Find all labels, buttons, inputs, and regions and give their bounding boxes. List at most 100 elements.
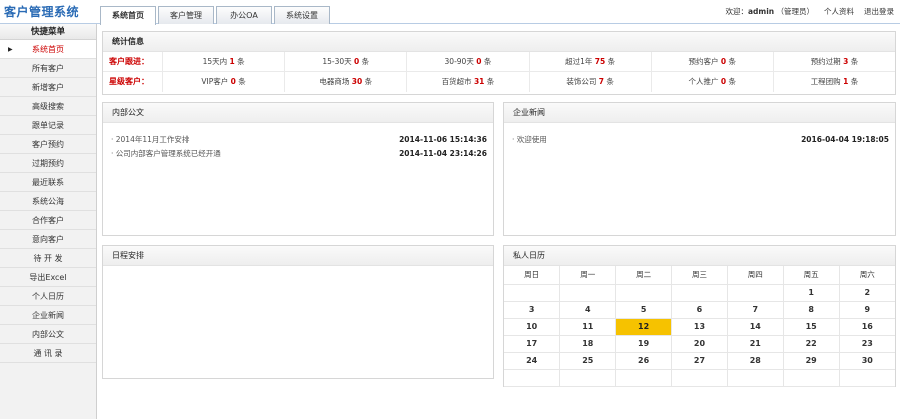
- sidebar-item-follow-records[interactable]: 跟单记录: [0, 116, 96, 135]
- calendar-day-today[interactable]: 12: [615, 318, 673, 336]
- calendar-day[interactable]: 3: [504, 301, 561, 319]
- user-area: 欢迎：admin （管理员） 个人资料 退出登录: [725, 6, 894, 17]
- calendar-day[interactable]: 21: [727, 335, 784, 353]
- tab-customers[interactable]: 客户管理: [158, 6, 214, 24]
- calendar-week-row: 17 18 19 20 21 22 23: [504, 335, 895, 353]
- calendar-week-row: [504, 369, 895, 387]
- calendar-day[interactable]: 15: [783, 318, 840, 336]
- calendar-day[interactable]: 27: [671, 352, 728, 370]
- stat-label: 超过1年: [565, 57, 593, 66]
- calendar-day[interactable]: 5: [615, 301, 673, 319]
- calendar-empty-cell: [839, 369, 895, 387]
- logout-link[interactable]: 退出登录: [864, 6, 894, 17]
- calendar-empty-cell: [615, 284, 673, 302]
- calendar-day[interactable]: 20: [671, 335, 728, 353]
- internal-docs-list: · 2014年11月工作安排 2014-11-06 15:14:36 · 公司内部…: [103, 123, 493, 161]
- stat-unit: 条: [728, 77, 737, 86]
- main-tabs: 系统首页 客户管理 办公OA 系统设置: [100, 6, 332, 25]
- profile-link[interactable]: 个人资料: [824, 6, 854, 17]
- calendar-day[interactable]: 4: [559, 301, 617, 319]
- stat-cell[interactable]: 30-90天 0 条: [407, 52, 530, 71]
- stat-cell[interactable]: VIP客户 0 条: [163, 72, 286, 92]
- calendar-day[interactable]: 19: [615, 335, 673, 353]
- calendar-empty-cell: [559, 369, 617, 387]
- sidebar-item-advanced-search[interactable]: 高级搜索: [0, 97, 96, 116]
- stat-count: 0: [720, 57, 727, 66]
- tab-home[interactable]: 系统首页: [100, 6, 156, 25]
- sidebar-item-export-excel[interactable]: 导出Excel: [0, 268, 96, 287]
- sidebar-item-label: 系统首页: [32, 45, 64, 54]
- list-item[interactable]: · 公司内部客户管理系统已经开通 2014-11-04 23:14:26: [103, 147, 493, 161]
- stat-unit: 条: [607, 57, 616, 66]
- tab-office-oa[interactable]: 办公OA: [216, 6, 272, 24]
- calendar-day[interactable]: 14: [727, 318, 784, 336]
- stat-cell[interactable]: 15-30天 0 条: [285, 52, 408, 71]
- calendar-day[interactable]: 7: [727, 301, 784, 319]
- sidebar-item-company-news[interactable]: 企业新闻: [0, 306, 96, 325]
- stat-unit: 条: [361, 57, 370, 66]
- calendar-day[interactable]: 16: [839, 318, 895, 336]
- calendar-day[interactable]: 13: [671, 318, 728, 336]
- weekday-header: 周一: [559, 266, 617, 285]
- company-news-list: · 欢迎使用 2016-04-04 19:18:05: [504, 123, 895, 147]
- calendar-day[interactable]: 1: [783, 284, 840, 302]
- stat-count: 0: [354, 57, 360, 66]
- calendar-day[interactable]: 11: [559, 318, 617, 336]
- calendar-day[interactable]: 6: [671, 301, 728, 319]
- sidebar-item-personal-calendar[interactable]: 个人日历: [0, 287, 96, 306]
- sidebar-item-internal-docs[interactable]: 内部公文: [0, 325, 96, 344]
- stat-count: 0: [476, 57, 482, 66]
- calendar-day[interactable]: 18: [559, 335, 617, 353]
- sidebar-title: 快捷菜单: [0, 24, 96, 40]
- calendar-week-row: 10 11 12 13 14 15 16: [504, 318, 895, 336]
- list-item[interactable]: · 欢迎使用 2016-04-04 19:18:05: [504, 133, 895, 147]
- calendar-day[interactable]: 17: [504, 335, 561, 353]
- list-item[interactable]: · 2014年11月工作安排 2014-11-06 15:14:36: [103, 133, 493, 147]
- stat-cell[interactable]: 预约客户 0 条: [652, 52, 774, 71]
- stat-unit: 条: [486, 77, 495, 86]
- stat-cell[interactable]: 百货超市 31 条: [407, 72, 530, 92]
- sidebar-item-partners[interactable]: 合作客户: [0, 211, 96, 230]
- stats-row-label: 客户跟进：: [103, 52, 163, 71]
- stat-cell[interactable]: 个人推广 0 条: [652, 72, 774, 92]
- calendar-day[interactable]: 29: [783, 352, 840, 370]
- calendar-grid: 周日 周一 周二 周三 周四 周五 周六 1 2 3 4 5 6 7 8 9 10 11 12 13 14…: [504, 266, 895, 387]
- calendar-day[interactable]: 2: [839, 284, 895, 302]
- calendar-day[interactable]: 23: [839, 335, 895, 353]
- sidebar-item-to-develop[interactable]: 待 开 发: [0, 249, 96, 268]
- sidebar-item-all-customers[interactable]: 所有客户: [0, 59, 96, 78]
- stat-cell[interactable]: 电器商场 30 条: [285, 72, 408, 92]
- company-news-title: 企业新闻: [504, 103, 895, 123]
- sidebar-item-new-customer[interactable]: 新增客户: [0, 78, 96, 97]
- stat-cell[interactable]: 装饰公司 7 条: [530, 72, 652, 92]
- sidebar-item-recent-contacts[interactable]: 最近联系: [0, 173, 96, 192]
- stat-count: 1: [229, 57, 235, 66]
- calendar-day[interactable]: 28: [727, 352, 784, 370]
- stat-cell[interactable]: 预约过期 3 条: [774, 52, 895, 71]
- calendar-day[interactable]: 30: [839, 352, 895, 370]
- sidebar-item-home[interactable]: ▶ 系统首页: [0, 40, 96, 59]
- sidebar-item-public-pool[interactable]: 系统公海: [0, 192, 96, 211]
- tab-settings[interactable]: 系统设置: [274, 6, 330, 24]
- sidebar-item-address-book[interactable]: 通 讯 录: [0, 344, 96, 363]
- sidebar-item-prospects[interactable]: 意向客户: [0, 230, 96, 249]
- calendar-day[interactable]: 8: [783, 301, 840, 319]
- stat-label: 预约客户: [688, 57, 719, 66]
- stat-count: 31: [473, 77, 485, 86]
- weekday-header: 周四: [727, 266, 784, 285]
- sidebar-item-appointments[interactable]: 客户预约: [0, 135, 96, 154]
- stat-cell[interactable]: 15天内 1 条: [163, 52, 286, 71]
- sidebar-item-expired-appointments[interactable]: 过期预约: [0, 154, 96, 173]
- calendar-day[interactable]: 22: [783, 335, 840, 353]
- doc-date: 2014-11-06 15:14:36: [399, 135, 487, 144]
- calendar-day[interactable]: 25: [559, 352, 617, 370]
- calendar-day[interactable]: 26: [615, 352, 673, 370]
- calendar-day[interactable]: 10: [504, 318, 561, 336]
- stat-cell[interactable]: 工程团购 1 条: [774, 72, 895, 92]
- stat-label: 电器商场: [319, 77, 350, 86]
- calendar-panel: 私人日历 周日 周一 周二 周三 周四 周五 周六 1 2 3 4 5 6 7 8 9 10 11 1…: [503, 245, 896, 387]
- calendar-day[interactable]: 9: [839, 301, 895, 319]
- calendar-day[interactable]: 24: [504, 352, 561, 370]
- stat-cell[interactable]: 超过1年 75 条: [530, 52, 652, 71]
- sidebar: 快捷菜单 ▶ 系统首页 所有客户 新增客户 高级搜索 跟单记录 客户预约 过期预约…: [0, 24, 97, 419]
